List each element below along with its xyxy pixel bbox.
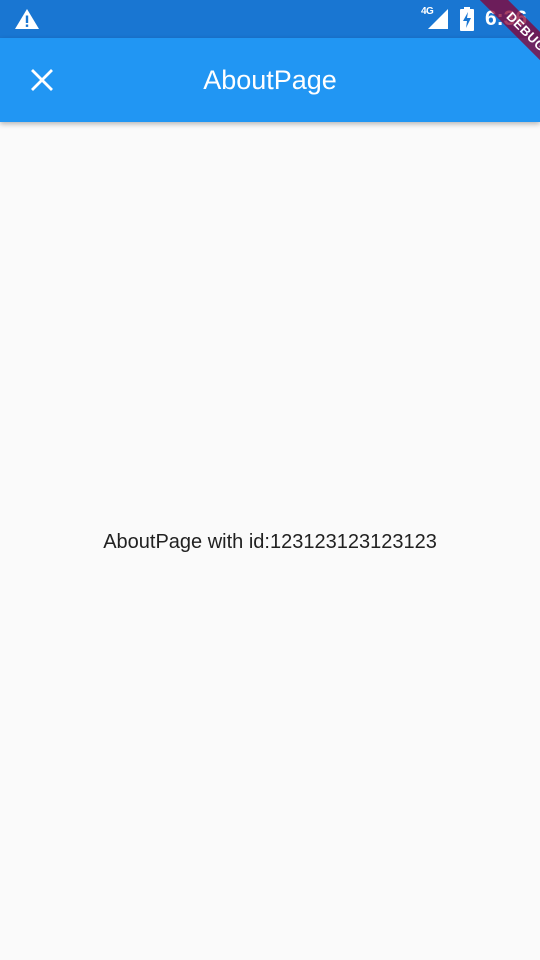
app-bar: AboutPage [0,38,540,122]
battery-charging-icon [460,7,474,31]
clock: 6:36 [485,7,528,30]
about-page-text: AboutPage with id:123123123123123 [103,531,437,553]
status-bar: 4G 6:36 [0,0,540,38]
signal-icon [428,9,448,29]
page-title: AboutPage [203,65,337,95]
warning-icon [15,9,39,29]
page-body: AboutPage with id:123123123123123 [0,122,540,960]
